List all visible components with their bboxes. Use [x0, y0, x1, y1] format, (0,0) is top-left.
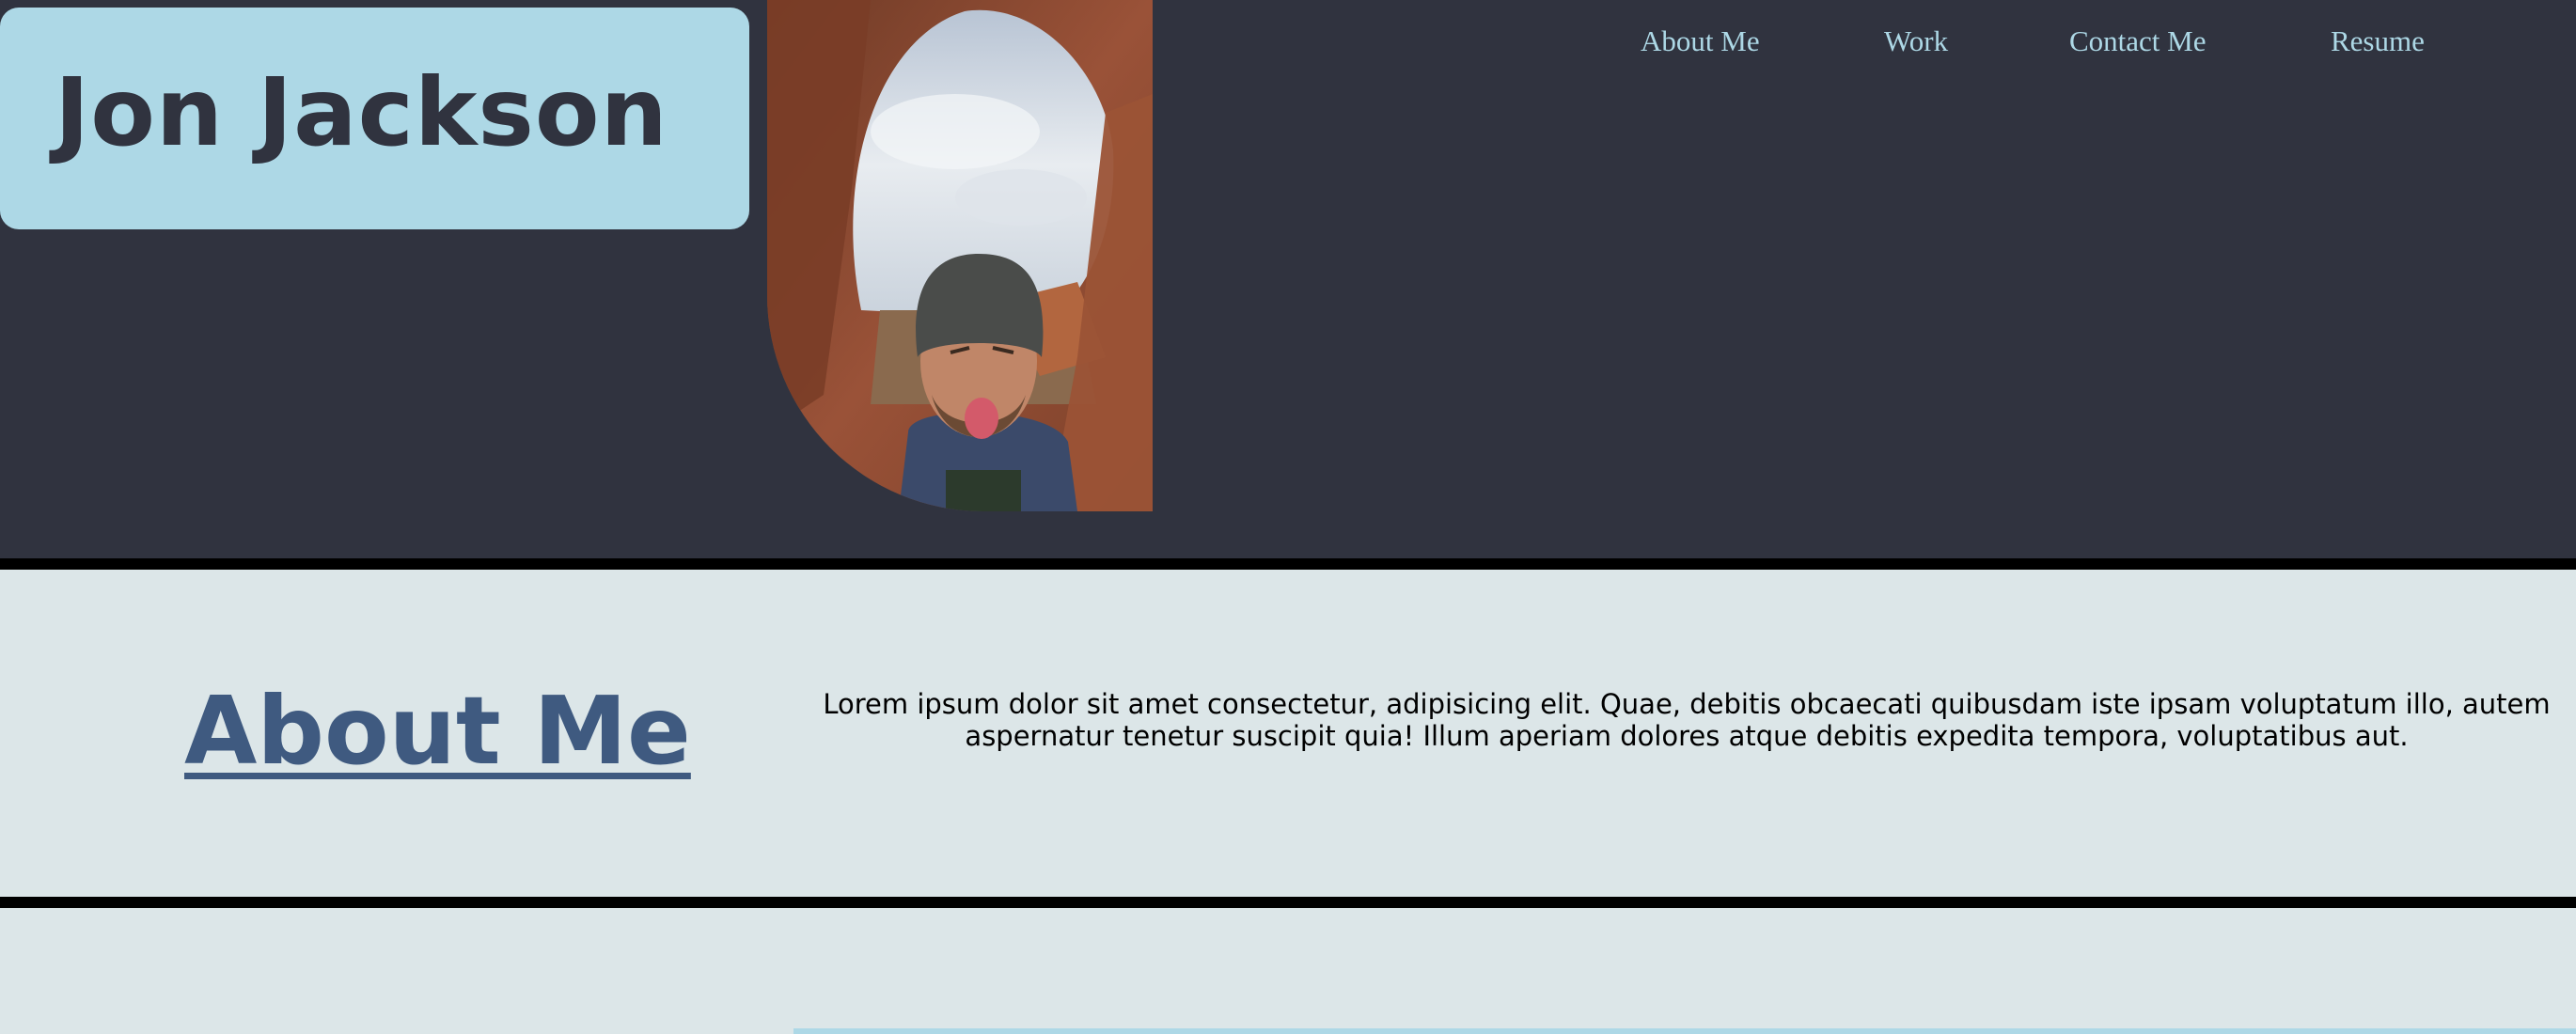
nav-link-about-me[interactable]: About Me	[1641, 24, 1760, 58]
about-heading-link[interactable]: About Me	[184, 684, 691, 778]
section-divider	[0, 558, 2576, 570]
site-title: Jon Jackson	[55, 57, 668, 167]
section-divider	[0, 897, 2576, 908]
work-card	[793, 1028, 2576, 1034]
site-header: Jon Jackson About Me Work Contact Me Res…	[0, 0, 2576, 558]
portrait-image	[767, 0, 1153, 511]
about-section: About Me Lorem ipsum dolor sit amet cons…	[0, 570, 2576, 897]
nav-link-contact-me[interactable]: Contact Me	[2069, 24, 2207, 58]
main-nav: About Me Work Contact Me Resume	[0, 24, 2576, 62]
work-section	[0, 908, 2576, 1034]
nav-link-resume[interactable]: Resume	[2331, 24, 2425, 58]
nav-link-work[interactable]: Work	[1884, 24, 1948, 58]
about-paragraph: Lorem ipsum dolor sit amet consectetur, …	[823, 688, 2551, 752]
